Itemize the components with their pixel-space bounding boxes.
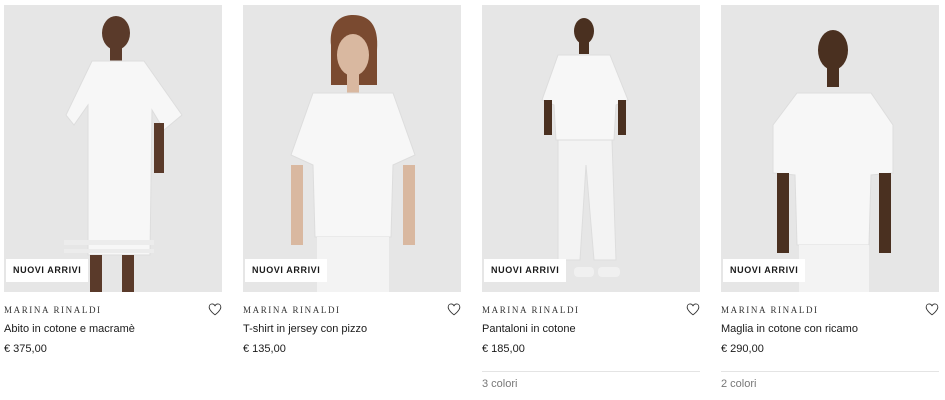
heart-outline-icon[interactable] (925, 303, 939, 316)
product-name[interactable]: Abito in cotone e macramè (4, 323, 135, 335)
brand-name: MARINA RINALDI (243, 305, 341, 315)
divider (482, 371, 700, 372)
new-arrivals-badge: NUOVI ARRIVI (245, 259, 328, 282)
product-card[interactable]: NUOVI ARRIVI MARINA RINALDI Pantaloni in… (482, 0, 700, 400)
divider (721, 371, 939, 372)
model-photo (243, 5, 461, 292)
model-photo (482, 5, 700, 292)
product-grid: NUOVI ARRIVI MARINA RINALDI Abito in cot… (0, 0, 945, 400)
product-image[interactable]: NUOVI ARRIVI (243, 5, 461, 292)
color-count[interactable]: 2 colori (721, 378, 756, 390)
product-price: € 375,00 (4, 343, 47, 355)
product-card[interactable]: NUOVI ARRIVI MARINA RINALDI Maglia in co… (721, 0, 939, 400)
brand-name: MARINA RINALDI (721, 305, 819, 315)
product-name[interactable]: Pantaloni in cotone (482, 323, 576, 335)
heart-outline-icon[interactable] (686, 303, 700, 316)
product-image[interactable]: NUOVI ARRIVI (4, 5, 222, 292)
product-price: € 135,00 (243, 343, 286, 355)
product-name[interactable]: Maglia in cotone con ricamo (721, 323, 858, 335)
new-arrivals-badge: NUOVI ARRIVI (723, 259, 806, 282)
brand-name: MARINA RINALDI (482, 305, 580, 315)
product-image[interactable]: NUOVI ARRIVI (482, 5, 700, 292)
brand-name: MARINA RINALDI (4, 305, 102, 315)
product-card[interactable]: NUOVI ARRIVI MARINA RINALDI T-shirt in j… (243, 0, 461, 400)
color-count[interactable]: 3 colori (482, 378, 517, 390)
product-image[interactable]: NUOVI ARRIVI (721, 5, 939, 292)
model-photo (721, 5, 939, 292)
heart-outline-icon[interactable] (447, 303, 461, 316)
product-card[interactable]: NUOVI ARRIVI MARINA RINALDI Abito in cot… (4, 0, 222, 400)
product-name[interactable]: T-shirt in jersey con pizzo (243, 323, 367, 335)
new-arrivals-badge: NUOVI ARRIVI (484, 259, 567, 282)
product-price: € 185,00 (482, 343, 525, 355)
heart-outline-icon[interactable] (208, 303, 222, 316)
model-photo (4, 5, 222, 292)
new-arrivals-badge: NUOVI ARRIVI (6, 259, 89, 282)
product-price: € 290,00 (721, 343, 764, 355)
